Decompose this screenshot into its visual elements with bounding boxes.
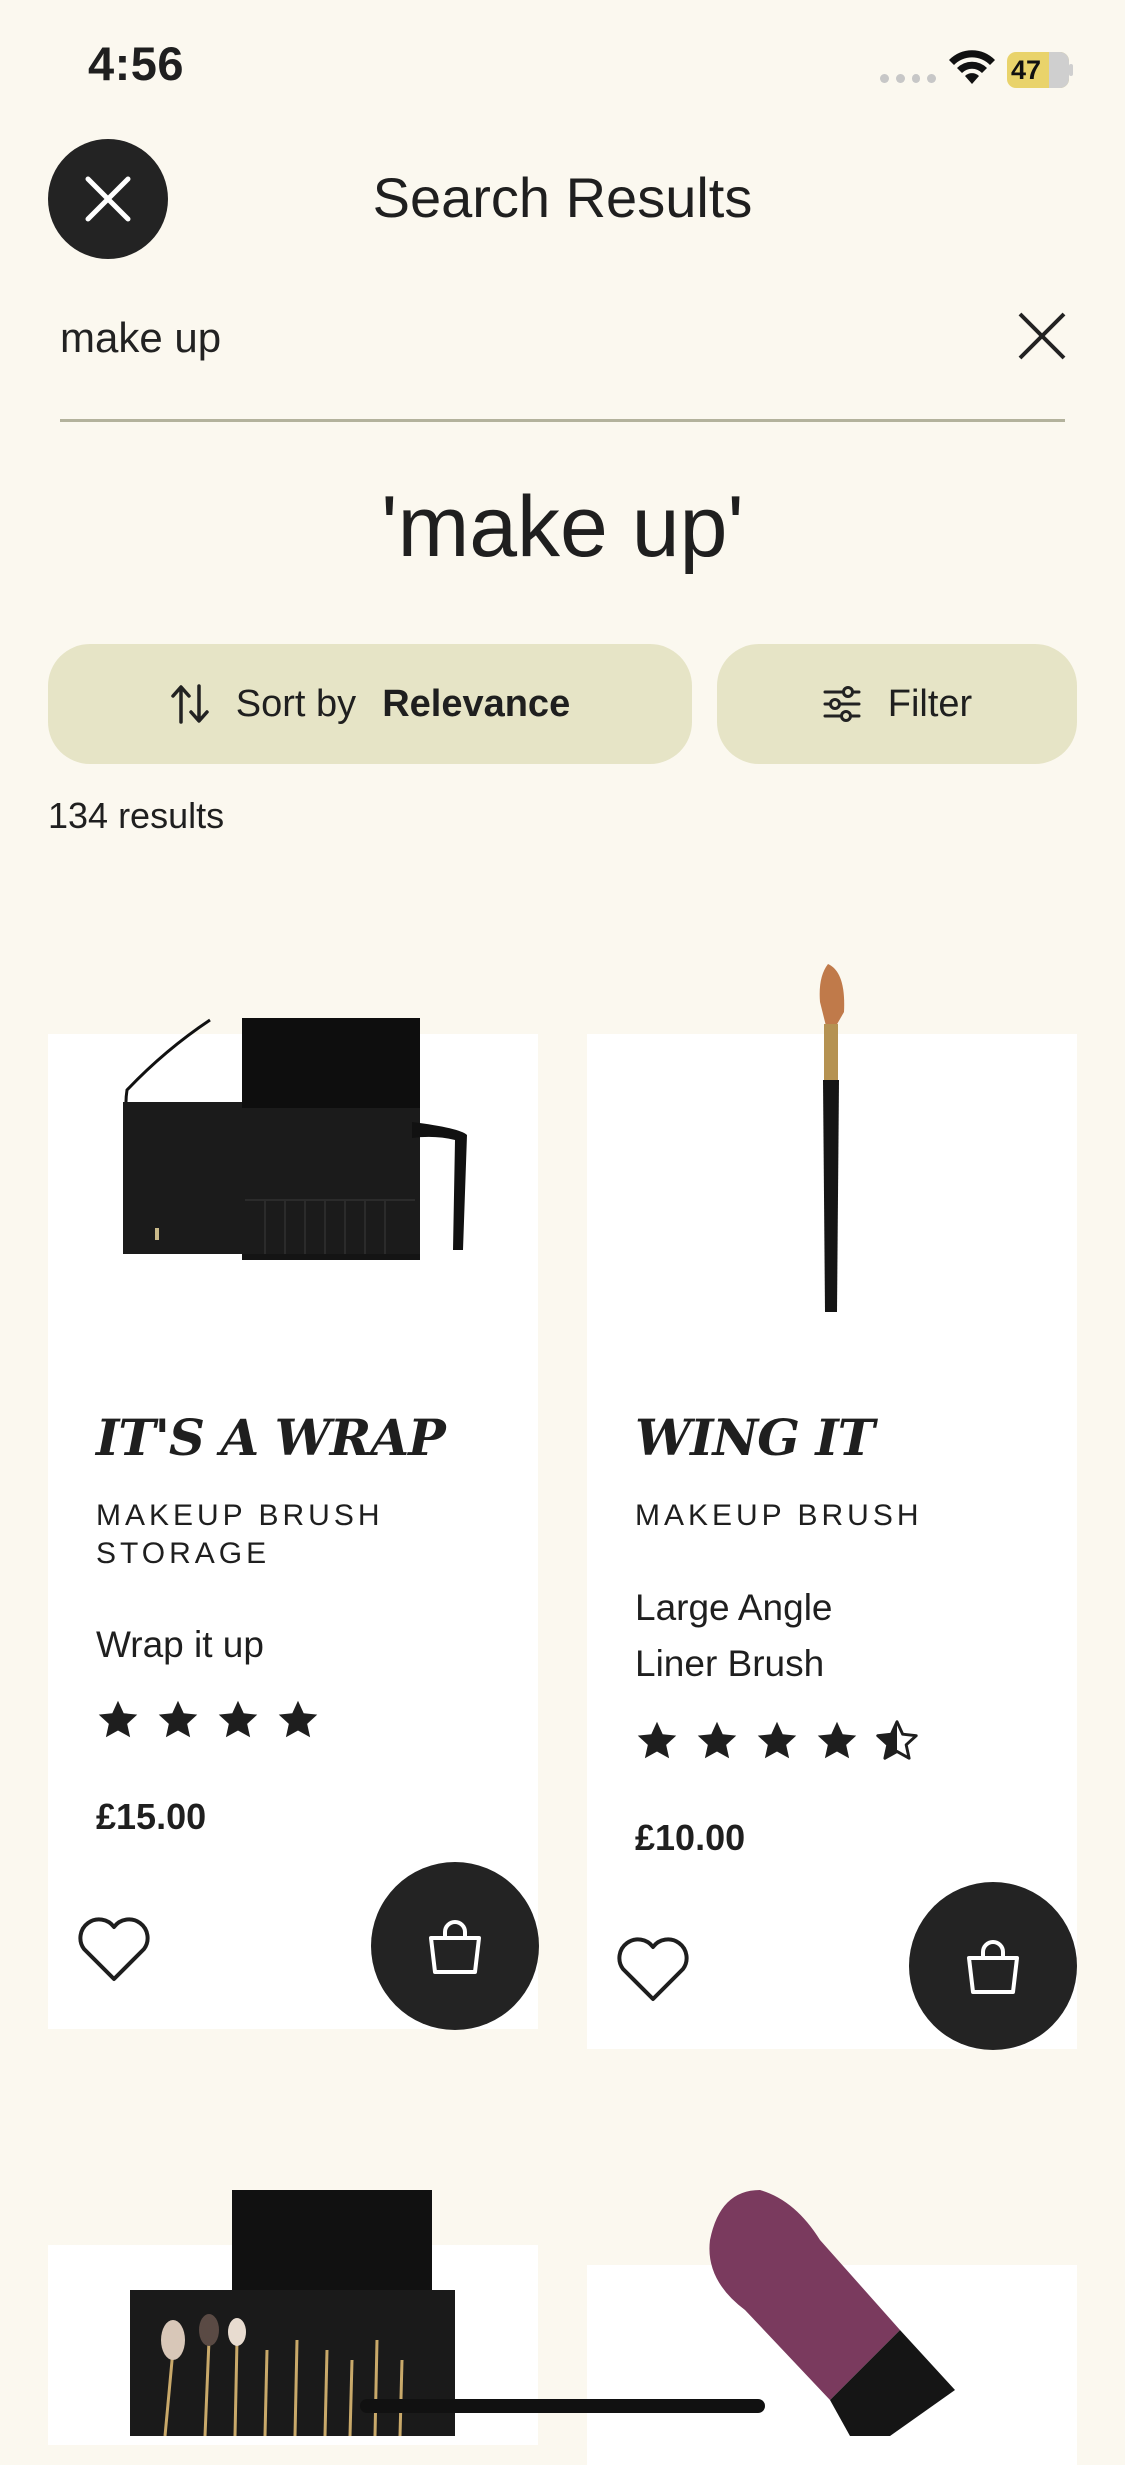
cellular-signal-icon (880, 74, 936, 84)
results-count: 134 results (48, 795, 225, 836)
product-name[interactable]: WING IT (635, 1408, 875, 1467)
sort-arrows-icon (171, 684, 209, 724)
filter-label: Filter (887, 682, 973, 725)
product-description-line: Liner Brush (635, 1643, 825, 1684)
wifi-icon (949, 50, 995, 84)
sort-value: Relevance (382, 682, 571, 725)
add-to-bag-button[interactable] (371, 1862, 539, 2030)
star-icon (98, 1700, 138, 1738)
status-time: 4:56 (88, 37, 185, 90)
home-indicator (360, 2399, 765, 2413)
product-category: MAKEUP BRUSH STORAGE (96, 1497, 384, 1573)
product-image (819, 964, 845, 1312)
sort-label: Sort by (235, 682, 357, 725)
star-icon (218, 1700, 258, 1738)
half-star-icon (876, 1720, 918, 1760)
product-description: Large Angle Liner Brush (635, 1580, 833, 1692)
wishlist-heart-icon[interactable] (613, 1933, 693, 2005)
product-price: £15.00 (96, 1796, 207, 1837)
product-name[interactable]: IT'S A WRAP (96, 1408, 446, 1467)
product-description: Wrap it up (96, 1624, 264, 1665)
product-price: £10.00 (635, 1817, 746, 1858)
filter-button[interactable]: Filter (717, 644, 1077, 764)
product-description-line: Large Angle (635, 1587, 833, 1628)
filter-sliders-icon (823, 686, 861, 722)
product-image (709, 2190, 955, 2436)
page-title: Search Results (372, 166, 753, 229)
product-category-line: MAKEUP BRUSH (96, 1499, 384, 1532)
battery-icon: 47 (1007, 52, 1073, 88)
rating-stars (96, 1698, 320, 1742)
product-image (123, 1018, 467, 1260)
query-heading: 'make up' (381, 479, 744, 575)
star-icon (697, 1721, 737, 1759)
star-icon (817, 1721, 857, 1759)
sort-button[interactable]: Sort by Relevance (48, 644, 692, 764)
shopping-bag-icon (967, 1940, 1019, 1994)
search-input[interactable] (60, 310, 960, 366)
add-to-bag-button[interactable] (909, 1882, 1077, 2050)
battery-level: 47 (1011, 55, 1042, 85)
star-icon (278, 1700, 318, 1738)
star-icon (757, 1721, 797, 1759)
star-icon (158, 1700, 198, 1738)
star-icon (637, 1721, 677, 1759)
product-category-line: STORAGE (96, 1537, 271, 1570)
shopping-bag-icon (429, 1920, 481, 1974)
rating-stars (635, 1719, 919, 1763)
clear-search-icon[interactable] (1012, 306, 1072, 366)
search-underline (60, 419, 1065, 422)
wishlist-heart-icon[interactable] (74, 1913, 154, 1985)
product-category: MAKEUP BRUSH (635, 1499, 923, 1532)
